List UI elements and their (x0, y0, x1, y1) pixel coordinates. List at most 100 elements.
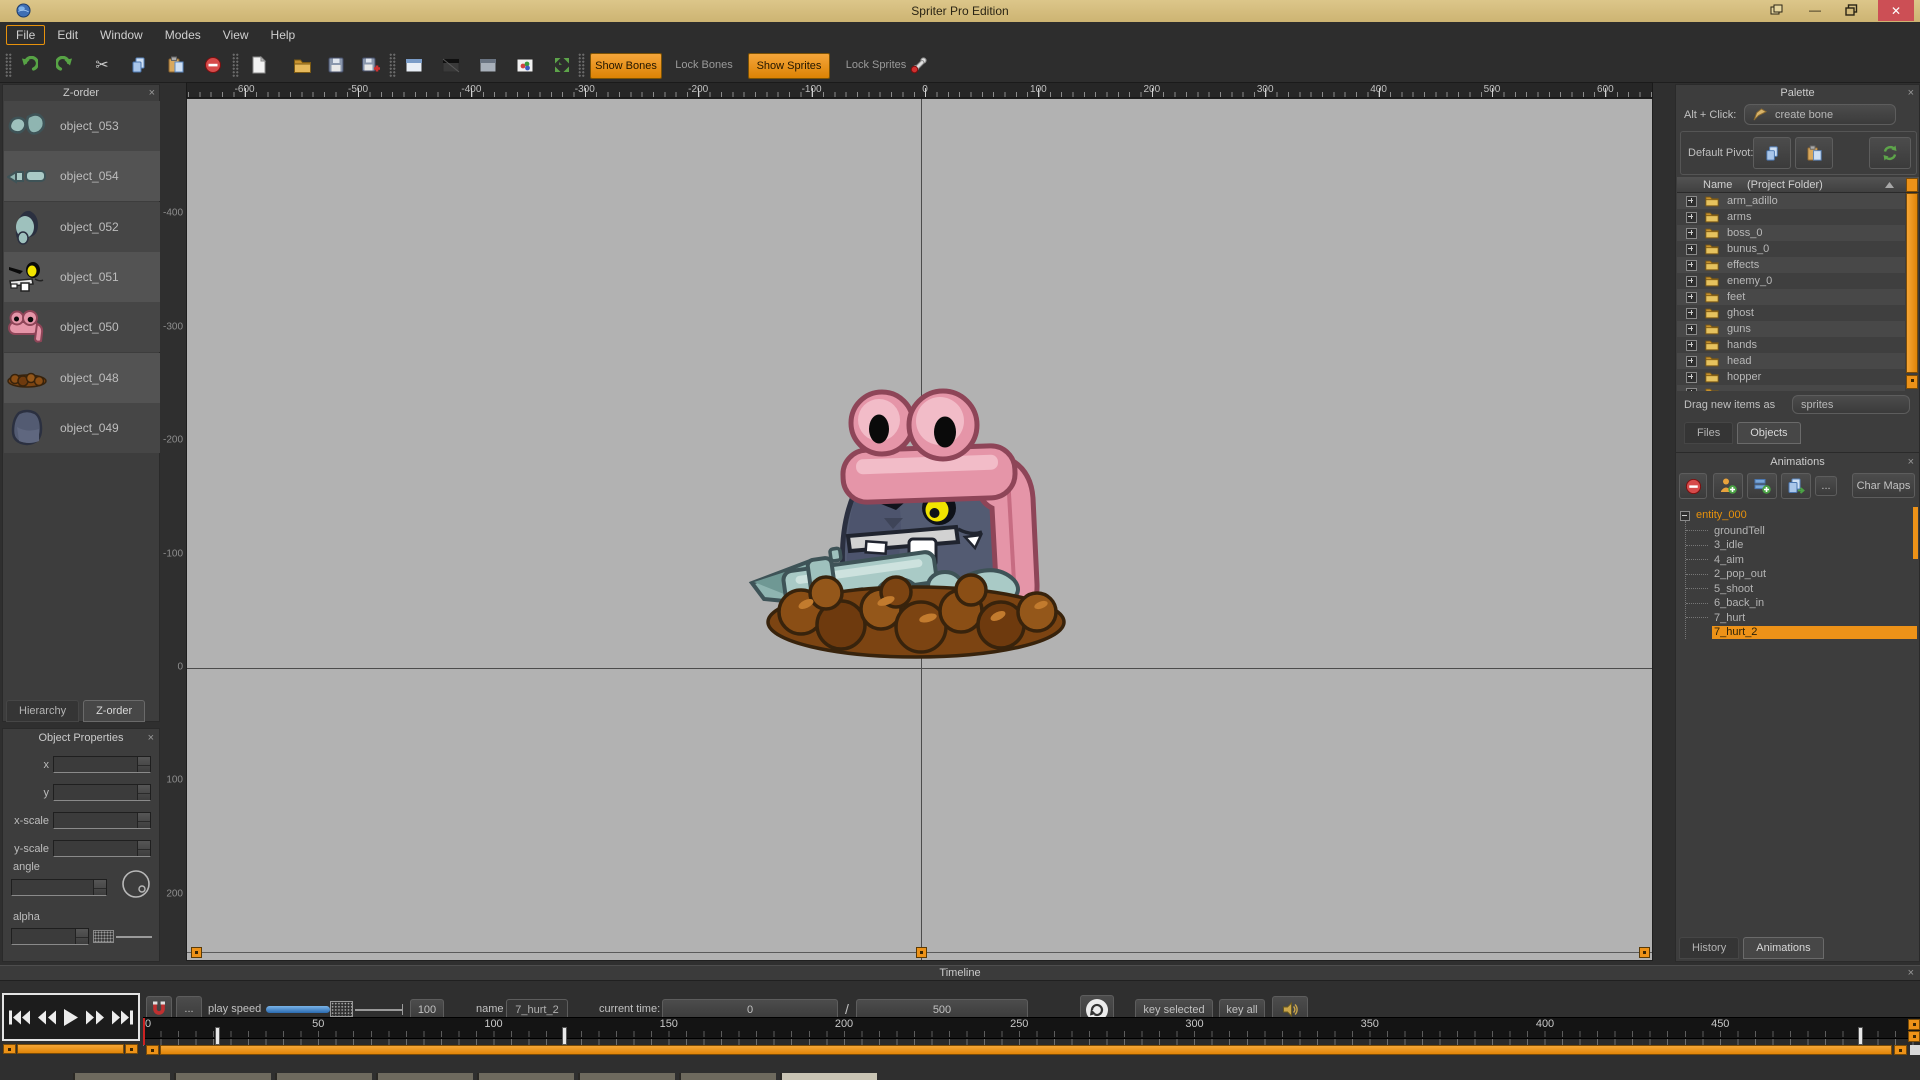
bone-tool-icon[interactable] (905, 51, 933, 79)
restore-button[interactable] (1838, 1, 1864, 19)
y-input[interactable] (53, 784, 151, 801)
playhead[interactable] (143, 1018, 145, 1045)
y-scale-input[interactable] (53, 840, 151, 857)
transport-scroll-left-button[interactable] (3, 1044, 16, 1054)
animation-item[interactable]: 7_hurt (1714, 611, 1745, 624)
skip-to-end-button[interactable] (110, 1009, 134, 1026)
folder-row[interactable]: arms (1677, 209, 1905, 225)
menu-item-view[interactable]: View (213, 25, 259, 45)
tab-files[interactable]: Files (1684, 422, 1733, 444)
expand-plus-icon[interactable] (1686, 308, 1697, 319)
canvas-scroll-marker-center[interactable] (916, 947, 927, 958)
create-bone-dropdown[interactable]: create bone (1744, 104, 1896, 125)
minimize-button[interactable]: — (1802, 1, 1828, 19)
animations-scrollbar[interactable] (1913, 507, 1918, 559)
tab-objects[interactable]: Objects (1737, 422, 1800, 444)
show-bones-toggle[interactable]: Show Bones (590, 53, 662, 79)
animation-item[interactable]: 5_shoot (1714, 582, 1753, 595)
timeline-scrollbar[interactable] (160, 1045, 1892, 1055)
folder-row[interactable]: effects (1677, 257, 1905, 273)
zorder-row[interactable]: object_049 (4, 403, 160, 453)
folder-row[interactable]: feet (1677, 289, 1905, 305)
canvas-scroll-marker-right[interactable] (1639, 947, 1650, 958)
zorder-row[interactable]: object_054 (4, 151, 160, 201)
folder-row[interactable]: arm_adillo (1677, 193, 1905, 209)
panel-layout-2-icon[interactable] (437, 51, 465, 79)
zorder-row[interactable]: object_048 (4, 353, 160, 403)
add-animation-button[interactable] (1713, 473, 1743, 499)
angle-input[interactable] (11, 879, 107, 896)
x-scale-input[interactable] (53, 812, 151, 829)
canvas-scroll-marker-left[interactable] (191, 947, 202, 958)
expand-plus-icon[interactable] (1686, 260, 1697, 271)
expand-plus-icon[interactable] (1686, 212, 1697, 223)
animation-item[interactable]: groundTell (1714, 524, 1765, 537)
character-sprite[interactable] (746, 386, 1086, 676)
play-speed-track[interactable] (355, 1009, 403, 1011)
folder-row[interactable]: guns (1677, 321, 1905, 337)
menu-item-window[interactable]: Window (90, 25, 153, 45)
copy-icon[interactable] (125, 51, 153, 79)
object-properties-close-icon[interactable]: × (148, 733, 154, 743)
lock-bones-toggle[interactable]: Lock Bones (666, 53, 742, 77)
palette-close-icon[interactable]: × (1908, 88, 1914, 98)
animation-item[interactable]: 4_aim (1714, 553, 1744, 566)
folder-row[interactable] (1677, 385, 1905, 391)
x-spinner[interactable] (137, 757, 150, 772)
new-file-icon[interactable] (244, 51, 272, 79)
timeline-close-icon[interactable]: × (1908, 968, 1914, 978)
y-spinner[interactable] (137, 785, 150, 800)
menu-item-modes[interactable]: Modes (155, 25, 211, 45)
expand-plus-icon[interactable] (1686, 356, 1697, 367)
x-input[interactable] (53, 756, 151, 773)
entity-name[interactable]: entity_000 (1696, 509, 1747, 521)
folder-row[interactable]: bunus_0 (1677, 241, 1905, 257)
zorder-row[interactable]: object_052 (4, 202, 160, 252)
expand-plus-icon[interactable] (1686, 292, 1697, 303)
alpha-slider-handle[interactable] (93, 930, 114, 943)
undo-icon[interactable] (14, 51, 42, 79)
play-speed-handle[interactable] (330, 1001, 353, 1017)
transport-scroll-right-button[interactable] (125, 1044, 138, 1054)
keyframe-marker[interactable] (215, 1027, 220, 1045)
animations-more-button[interactable]: ... (1815, 476, 1837, 496)
rewind-button[interactable] (36, 1009, 58, 1026)
folder-row[interactable]: head (1677, 353, 1905, 369)
play-speed-filled-track[interactable] (266, 1006, 330, 1013)
animation-item[interactable]: 3_idle (1714, 539, 1743, 552)
folder-row[interactable]: boss_0 (1677, 225, 1905, 241)
timeline-scroll-right-button[interactable] (1894, 1045, 1907, 1055)
sort-ascending-icon[interactable] (1885, 182, 1894, 188)
animation-item[interactable]: 2_pop_out (1714, 568, 1766, 581)
fast-forward-button[interactable] (84, 1009, 106, 1026)
alpha-input[interactable] (11, 928, 89, 945)
panel-layout-3-icon[interactable] (474, 51, 502, 79)
folder-row[interactable]: hopper (1677, 369, 1905, 385)
canvas-viewport[interactable] (186, 98, 1653, 961)
save-icon[interactable] (322, 51, 350, 79)
delete-animation-button[interactable] (1679, 473, 1707, 499)
timeline-ruler[interactable]: 050100150200250300350400450 (143, 1017, 1920, 1045)
folder-row[interactable]: hands (1677, 337, 1905, 353)
transport-scrollbar[interactable] (17, 1044, 124, 1054)
expand-plus-icon[interactable] (1686, 196, 1697, 207)
drag-items-dropdown[interactable]: sprites (1792, 395, 1910, 414)
timeline-scroll-left-button[interactable] (146, 1045, 159, 1055)
menu-item-help[interactable]: Help (261, 25, 306, 45)
tab-z-order[interactable]: Z-order (83, 700, 145, 722)
zorder-row[interactable]: object_050 (4, 302, 160, 352)
zorder-row[interactable]: object_053 (4, 101, 160, 151)
redo-icon[interactable] (51, 51, 79, 79)
alpha-slider-track[interactable] (116, 936, 152, 938)
keyframe-marker[interactable] (562, 1027, 567, 1045)
animations-close-icon[interactable]: × (1908, 457, 1914, 467)
expand-plus-icon[interactable] (1686, 388, 1697, 392)
delete-icon[interactable] (199, 51, 227, 79)
y-scale-spinner[interactable] (137, 841, 150, 856)
paste-icon[interactable] (162, 51, 190, 79)
menu-item-file[interactable]: File (6, 25, 45, 45)
color-settings-icon[interactable] (511, 51, 539, 79)
folder-list-header[interactable]: Name (Project Folder) (1677, 177, 1919, 193)
open-file-icon[interactable] (288, 51, 316, 79)
timeline-vscroll-down-button[interactable] (1908, 1031, 1920, 1042)
